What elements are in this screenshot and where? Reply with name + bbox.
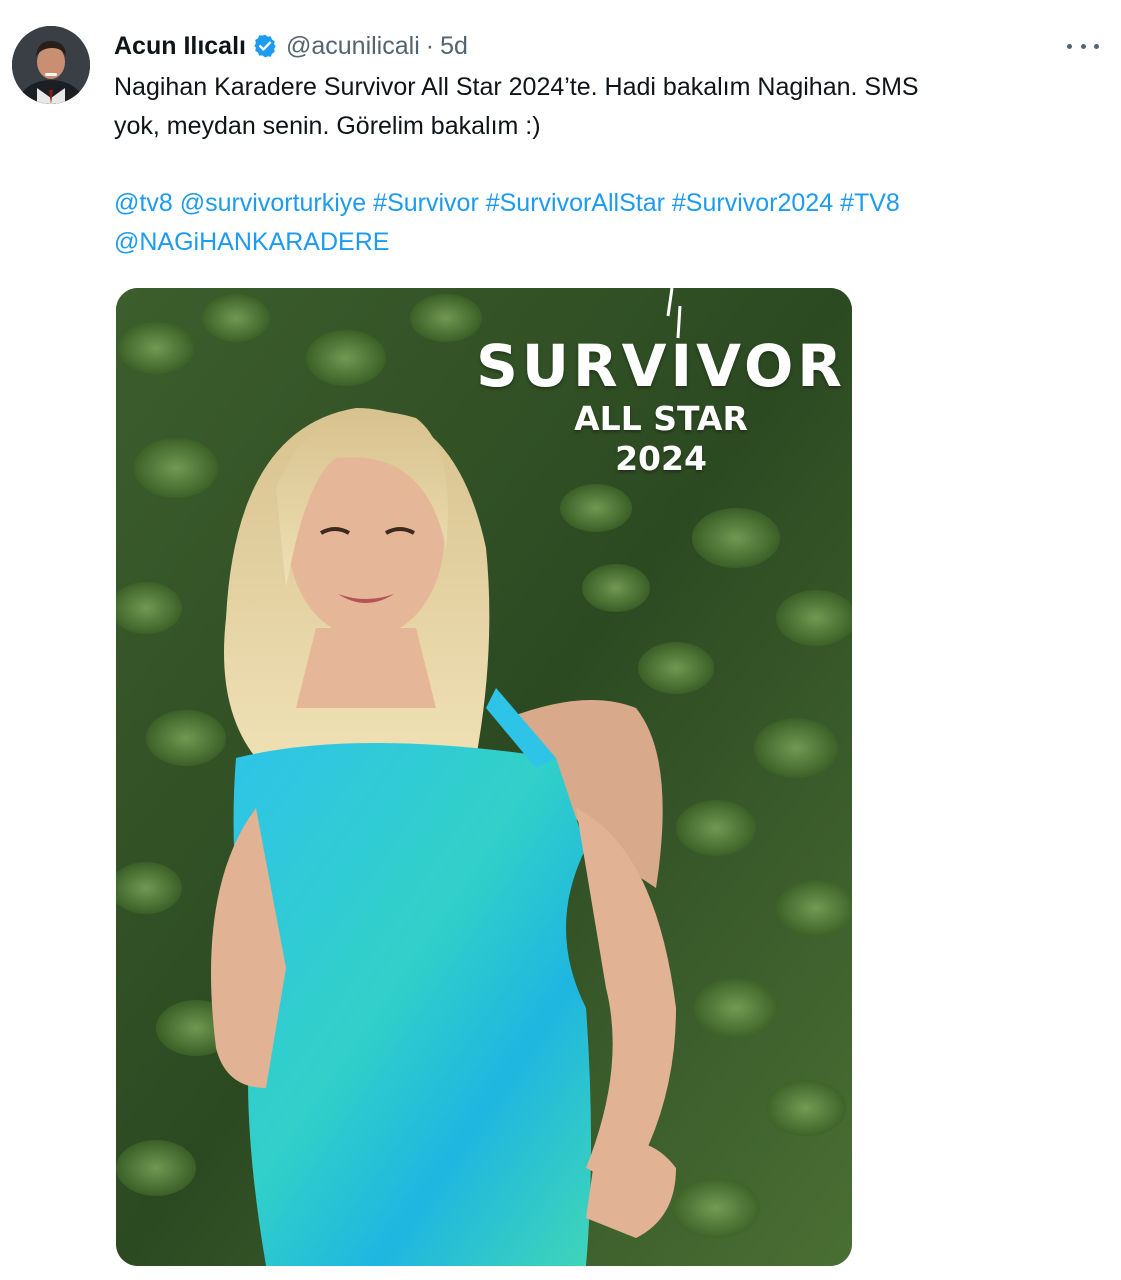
author-display-name[interactable]: Acun Ilıcalı [114,32,246,61]
verified-badge-icon [252,33,278,59]
tweet-text: Nagihan Karadere Survivor All Star 2024’… [114,68,1084,146]
tweet-tags: @tv8 @survivorturkiye #Survivor #Survivo… [114,184,1094,262]
hashtag-link[interactable]: #Survivor [373,189,479,217]
hashtag-link[interactable]: #Survivor2024 [672,189,833,217]
tweet-media-image[interactable]: SURVIVOR ALL STAR 2024 [116,288,852,1266]
mention-link[interactable]: @tv8 [114,189,173,217]
avatar[interactable] [12,26,90,104]
header-separator: · [425,31,435,60]
tweet-card[interactable]: Acun Ilıcalı @acunilicali · 5d Nagihan K… [0,0,1121,1280]
hashtag-link[interactable]: #SurvivorAllStar [486,189,665,217]
mention-link[interactable]: @survivorturkiye [180,189,367,217]
tweet-text-line: Nagihan Karadere Survivor All Star 2024’… [114,73,919,101]
logo-subtitle: ALL STAR [574,399,748,438]
author-handle[interactable]: @acunilicali [286,32,420,61]
tweet-text-line: yok, meydan senin. Görelim bakalım :) [114,112,541,140]
more-horizontal-icon[interactable] [1067,36,1099,56]
survivor-logo: SURVIVOR ALL STAR 2024 [476,306,846,480]
tweet-header: Acun Ilıcalı @acunilicali · 5d [114,28,468,64]
hashtag-link[interactable]: #TV8 [840,189,900,217]
tweet-timestamp[interactable]: 5d [440,32,468,61]
mention-link[interactable]: @NAGiHANKARADERE [114,228,389,256]
logo-title: SURVIVOR [476,332,846,400]
logo-year: 2024 [615,439,707,478]
